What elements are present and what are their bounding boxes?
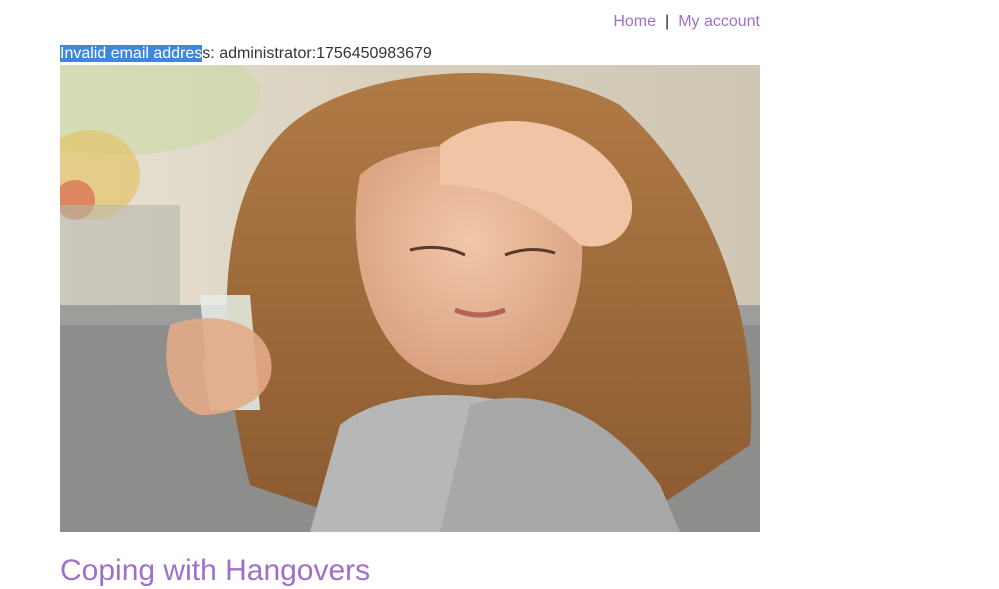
my-account-link[interactable]: My account — [678, 13, 760, 30]
selected-text: Invalid email addres — [60, 45, 203, 62]
post-title[interactable]: Coping with Hangovers — [60, 553, 370, 589]
home-link[interactable]: Home — [613, 13, 656, 30]
hero-image — [60, 65, 760, 532]
error-message: Invalid email address: administrator:175… — [60, 44, 432, 63]
error-message-rest: s: administrator:1756450983679 — [202, 45, 432, 62]
nav-separator: | — [665, 13, 670, 30]
top-navigation: Home | My account — [60, 12, 760, 32]
